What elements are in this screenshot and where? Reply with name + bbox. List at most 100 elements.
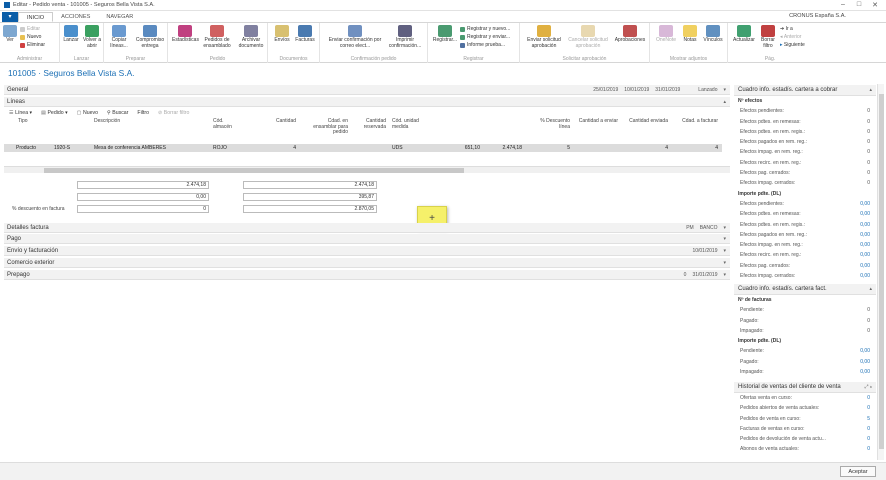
col-descuento-linea[interactable]: % Descuento línea — [534, 118, 570, 143]
factbox-title[interactable]: Cuadro info. estadís. cartera fact. ▴ — [734, 284, 876, 295]
cell-unidad[interactable]: UDS — [392, 145, 403, 151]
list-item: Efectos pdtes. en remesas: 0,00 — [740, 211, 870, 218]
col-cdad-ensamblar[interactable]: Cdad. en ensamblar para pedido — [310, 118, 348, 143]
cell-enviar[interactable]: 4 — [622, 145, 668, 151]
pedidos-ensamblado-button[interactable]: Pedidos de ensamblado — [200, 25, 234, 49]
archive-icon — [244, 25, 258, 37]
col-cantidad-enviar[interactable]: Cantidad a enviar — [576, 118, 618, 143]
close-icon[interactable]: ✕ — [868, 1, 882, 9]
group-documentos: Envíos Facturas Documentos — [268, 23, 320, 63]
copiar-lineas-button[interactable]: Copiar líneas... — [107, 25, 131, 49]
minimize-icon[interactable]: – — [836, 1, 850, 8]
anterior-button[interactable]: ◂ Anterior — [780, 34, 801, 40]
registrar-nuevo-button[interactable]: Registrar y nuevo... — [460, 26, 510, 32]
ir-a-button[interactable]: ➔ Ir a — [780, 26, 793, 32]
aceptar-button[interactable]: Aceptar — [840, 466, 876, 477]
cell-cantidad[interactable]: 4 — [266, 145, 296, 151]
cell-almacen[interactable]: ROJO — [213, 145, 227, 151]
nuevo-button[interactable]: Nuevo — [20, 34, 41, 40]
scroll-thumb[interactable] — [879, 94, 884, 449]
cell-nro[interactable]: 1920-S — [54, 145, 70, 151]
tab-navegar[interactable]: NAVEGAR — [98, 12, 141, 22]
file-menu-button[interactable]: ▾ — [2, 12, 18, 22]
aprobaciones-button[interactable]: Aprobaciones — [612, 25, 648, 44]
invoice-discount-pct-field[interactable]: 0 — [77, 205, 209, 213]
vinculos-button[interactable]: Vínculos — [702, 25, 724, 44]
nuevo-linea-button[interactable]: ▢ Nuevo — [77, 110, 98, 116]
fasttab-envio-facturacion[interactable]: Envío y facturación 10/01/2019 ▾ — [4, 246, 730, 256]
group-label: Registrar — [463, 56, 484, 62]
registrar-button[interactable]: Registrar... — [432, 25, 458, 44]
chevron-up-icon[interactable]: ▴ — [869, 284, 872, 295]
group-preparar: Copiar líneas... Compromiso entrega Prep… — [104, 23, 168, 63]
app-icon — [4, 2, 10, 8]
siguiente-button[interactable]: ▸ Siguiente — [780, 42, 805, 48]
group-confirmacion: Enviar confirmación por correo elect... … — [320, 23, 428, 63]
fasttab-lineas[interactable]: Líneas ▴ — [4, 97, 730, 107]
factbox-title[interactable]: Cuadro info. estadís. cartera a cobrar ▴ — [734, 85, 876, 96]
borrar-filtro-lineas-button[interactable]: ⊘ Borrar filtro — [158, 110, 189, 116]
archivar-documento-button[interactable]: Archivar documento — [236, 25, 266, 49]
col-unidad-medida[interactable]: Cód. unidad medida — [392, 118, 432, 143]
chevron-up-icon[interactable]: ▴ — [869, 85, 872, 96]
chevron-down-icon: ▾ — [723, 224, 726, 231]
pedido-menu-button[interactable]: ▤ Pedido ▾ — [41, 110, 68, 116]
informe-prueba-button[interactable]: Informe prueba... — [460, 42, 505, 48]
fasttab-comercio-exterior[interactable]: Comercio exterior ▾ — [4, 258, 730, 268]
col-cantidad-reservada[interactable]: Cantidad reservada — [356, 118, 386, 143]
factbox-title[interactable]: Historial de ventas del cliente de venta… — [734, 382, 876, 393]
maximize-icon[interactable]: □ — [852, 1, 866, 8]
actualizar-button[interactable]: Actualizar — [731, 25, 757, 44]
compromiso-entrega-button[interactable]: Compromiso entrega — [134, 25, 166, 49]
col-cantidad[interactable]: Cantidad — [266, 118, 296, 143]
factbox-scrollbar[interactable] — [877, 84, 884, 460]
cell-precio[interactable]: 651,10 — [444, 145, 480, 151]
volver-abrir-button[interactable]: Volver a abrir — [82, 25, 102, 49]
col-cantidad-enviada[interactable]: Cantidad enviada — [622, 118, 668, 143]
cell-descripcion[interactable]: Mesa de conferencia AMBERES — [94, 145, 166, 151]
tab-acciones[interactable]: ACCIONES — [53, 12, 98, 22]
copy-icon — [112, 25, 126, 37]
scroll-thumb[interactable] — [44, 168, 464, 173]
facturas-button[interactable]: Facturas — [294, 25, 316, 44]
editar-button[interactable]: Editar — [20, 26, 40, 32]
cell-tipo[interactable]: Producto — [16, 145, 36, 151]
fasttab-general[interactable]: General 25/01/2019 10/01/2019 31/01/2019… — [4, 85, 730, 95]
expand-icon[interactable]: ⤢ ▴ — [865, 382, 873, 393]
eliminar-button[interactable]: Eliminar — [20, 42, 45, 48]
col-almacen[interactable]: Cód. almacén — [213, 118, 243, 143]
horizontal-scrollbar[interactable] — [4, 166, 730, 173]
col-cdad-facturar[interactable]: Cdad. a facturar — [672, 118, 718, 143]
list-item: Pendiente: 0,00 — [740, 348, 870, 355]
list-item: Efectos impag. en rem. reg.: 0 — [740, 149, 870, 156]
cell-descuento[interactable]: 5 — [534, 145, 570, 151]
list-item: Facturas de ventas en curso: 0 — [740, 425, 870, 432]
release-icon — [64, 25, 78, 37]
buscar-button[interactable]: ⚲ Buscar — [107, 110, 128, 116]
borrar-filtro-button[interactable]: Borrar filtro — [758, 25, 778, 49]
ver-button[interactable]: Ver — [3, 25, 17, 44]
registrar-enviar-button[interactable]: Registrar y enviar... — [460, 34, 510, 40]
notas-button[interactable]: Notas — [680, 25, 700, 44]
lanzar-button[interactable]: Lanzar — [62, 25, 80, 44]
table-row[interactable]: Producto 1920-S Mesa de conferencia AMBE… — [4, 144, 722, 152]
onenote-button[interactable]: OneNote — [654, 25, 678, 44]
estadisticas-button[interactable]: Estadísticas — [172, 25, 199, 44]
imprimir-confirmacion-button[interactable]: Imprimir confirmación... — [386, 25, 424, 49]
tab-inicio[interactable]: INICIO — [18, 12, 54, 22]
col-tipo[interactable]: Tipo — [18, 118, 48, 143]
cell-importe[interactable]: 2.474,18 — [484, 145, 522, 151]
envios-button[interactable]: Envíos — [272, 25, 292, 44]
linea-menu-button[interactable]: ☰ Línea ▾ — [9, 110, 32, 116]
invoice-discount-amount-field[interactable]: 0,00 — [77, 193, 209, 201]
enviar-confirmacion-button[interactable]: Enviar confirmación por correo elect... — [324, 25, 386, 49]
fasttab-detalles-factura[interactable]: Detalles factura PM BANCO ▾ — [4, 223, 730, 233]
enviar-solicitud-button[interactable]: Enviar solicitud aprobación — [524, 25, 564, 49]
fasttab-prepago[interactable]: Prepago 0 31/01/2019 ▾ — [4, 270, 730, 280]
list-item: Efectos pagados en rem. reg.: 0 — [740, 139, 870, 146]
fasttab-pago[interactable]: Pago ▾ — [4, 234, 730, 244]
filtro-button[interactable]: Filtro — [137, 110, 149, 116]
cell-facturar[interactable]: 4 — [672, 145, 718, 151]
col-descripcion[interactable]: Descripción — [94, 118, 174, 143]
cancelar-solicitud-button[interactable]: Cancelar solicitud aprobación — [566, 25, 610, 49]
